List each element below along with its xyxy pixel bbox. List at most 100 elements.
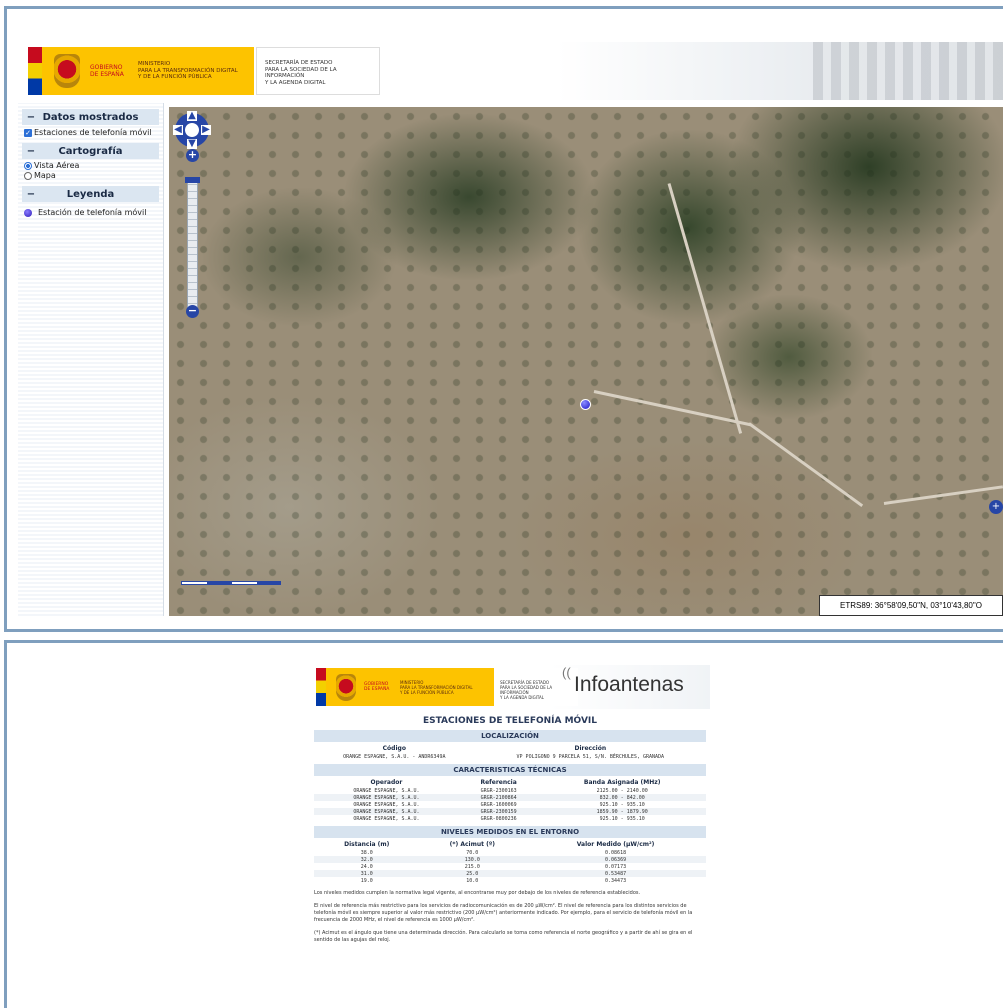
gov-line2: DE ESPAÑA <box>364 687 390 692</box>
cell: 2125.00 - 2140.00 <box>596 787 648 794</box>
cell: 0.34473 <box>605 877 627 884</box>
site-header: GOBIERNO DE ESPAÑA MINISTERIO PARA LA TR… <box>12 42 1003 100</box>
pan-right-icon[interactable]: ▶ <box>201 125 211 135</box>
table-row: 32.0 130.0 0.06369 <box>314 856 706 863</box>
ministry-line3: Y DE LA FUNCIÓN PÚBLICA <box>400 689 454 695</box>
government-logo[interactable]: GOBIERNO DE ESPAÑA MINISTERIO PARA LA TR… <box>28 47 254 95</box>
station-dot-icon <box>24 208 32 217</box>
coordinates-readout: ETRS89: 36°58'09,50"N, 03°10'43,80"O <box>819 595 1003 616</box>
info-header: GOBIERNO DE ESPAÑA MINISTERIO PARA LA TR… <box>310 665 710 709</box>
station-code: ORANGE ESPAGNE, S.A.U. - ANDR6349A <box>343 753 446 760</box>
cell: 38.0 <box>360 849 373 856</box>
cell: GRGR-2300159 <box>458 808 539 815</box>
cell: ORANGE ESPAGNE, S.A.U. <box>353 815 420 822</box>
carto-map-option[interactable]: Mapa <box>24 171 163 180</box>
col-distance: Distancia (m) <box>344 841 390 848</box>
station-address: VP POLIGONO 9 PARCELA 51, S/N. BÉRCHULES… <box>516 753 665 760</box>
collapse-icon[interactable]: − <box>22 112 40 123</box>
cell: 832.00 - 842.00 <box>538 794 706 801</box>
layer-stations-option[interactable]: ✓ Estaciones de telefonía móvil <box>24 128 163 137</box>
note-compliance: Los niveles medidos cumplen la normativa… <box>314 890 641 896</box>
levels-table: Distancia (m) (*) Acimut (º) Valor Medid… <box>314 840 706 884</box>
secretary-logo[interactable]: SECRETARÍA DE ESTADO PARA LA SOCIEDAD DE… <box>256 47 380 95</box>
col-code: Código <box>382 745 406 752</box>
cell: GRGR-1600069 <box>480 801 517 808</box>
pan-up-icon[interactable]: ▲ <box>187 111 197 121</box>
checkbox-checked-icon[interactable]: ✓ <box>24 128 32 137</box>
col-band: Banda Asignada (MHz) <box>583 779 661 786</box>
cell: 32.0 <box>314 856 420 863</box>
tech-table: Operador Referencia Banda Asignada (MHz)… <box>314 778 706 822</box>
cell: 31.0 <box>314 870 420 877</box>
pan-left-icon[interactable]: ◀ <box>173 125 183 135</box>
zoom-out-button[interactable]: − <box>186 305 199 318</box>
cell: 70.0 <box>466 849 479 856</box>
cell: 130.0 <box>419 856 526 863</box>
note-reference-levels: El nivel de referencia más restrictivo p… <box>314 903 693 923</box>
tech-heading: CARACTERISTICAS TÉCNICAS <box>314 764 706 776</box>
secretary-line2: PARA LA SOCIEDAD DE LA INFORMACIÓN <box>500 685 553 695</box>
section-title: Leyenda <box>66 188 115 200</box>
note-azimuth: (*) Acimut es el ángulo que tiene una de… <box>314 930 693 943</box>
cell: 925.10 - 935.10 <box>599 815 645 822</box>
carto-aerial-option[interactable]: Vista Aérea <box>24 161 163 170</box>
cell: GRGR-2100864 <box>458 794 539 801</box>
table-row: 19.0 10.0 0.34473 <box>314 877 706 884</box>
table-row: ORANGE ESPAGNE, S.A.U. GRGR-1600069 925.10… <box>314 801 706 808</box>
levels-heading: NIVELES MEDIDOS EN EL ENTORNO <box>314 826 706 838</box>
section-leyenda[interactable]: − Leyenda <box>22 186 159 202</box>
cell: 25.0 <box>419 870 526 877</box>
table-row: ORANGE ESPAGNE, S.A.U. GRGR-2100864 832.00… <box>314 794 706 801</box>
map-vegetation <box>169 107 1003 616</box>
cell: 10.0 <box>466 877 479 884</box>
table-row: 31.0 25.0 0.53487 <box>314 870 706 877</box>
cell: 0.07173 <box>605 863 627 870</box>
infoantenas-logo: (( Infoantenas <box>562 665 684 697</box>
col-operator: Operador <box>370 779 403 786</box>
aerial-map[interactable]: ▲ ▼ ◀ ▶ + − + ETRS89: 36°58'09,50"N, 03°… <box>169 107 1003 616</box>
cell: GRGR-2300163 <box>480 787 517 794</box>
expand-panel-icon[interactable]: + <box>989 500 1003 514</box>
cell: 0.08618 <box>605 849 627 856</box>
collapse-icon[interactable]: − <box>22 189 40 200</box>
cell: 0.53487 <box>525 870 706 877</box>
coat-of-arms-icon <box>54 54 80 88</box>
table-row: ORANGE ESPAGNE, S.A.U. GRGR-0800236 925.10… <box>314 815 706 822</box>
table-row: ORANGE ESPAGNE, S.A.U. GRGR-2300159 1859.9… <box>314 808 706 815</box>
government-logo: GOBIERNO DE ESPAÑA MINISTERIO PARA LA TR… <box>316 668 494 706</box>
col-azimuth: (*) Acimut (º) <box>449 841 495 848</box>
location-heading: LOCALIZACIÓN <box>314 730 706 742</box>
radio-unselected-icon[interactable] <box>24 171 32 180</box>
cell: 24.0 <box>360 863 373 870</box>
secretary-line3: Y LA AGENDA DIGITAL <box>500 695 544 700</box>
zoom-slider[interactable] <box>187 177 198 312</box>
section-cartografia[interactable]: − Cartografía <box>22 143 159 159</box>
station-info-panel: GOBIERNO DE ESPAÑA MINISTERIO PARA LA TR… <box>310 665 710 1008</box>
station-marker-icon[interactable] <box>580 399 591 410</box>
scale-bar <box>181 581 281 585</box>
zoom-slider-handle[interactable] <box>185 177 200 183</box>
cell: 925.10 - 935.10 <box>599 801 645 808</box>
zoom-in-button[interactable]: + <box>186 149 199 162</box>
eu-flag-icon <box>28 47 42 95</box>
legend-item: Estación de telefonía móvil <box>24 208 163 217</box>
radio-selected-icon[interactable] <box>24 161 32 170</box>
section-title: Cartografía <box>58 145 123 157</box>
cell: ORANGE ESPAGNE, S.A.U. <box>353 787 420 794</box>
sidebar-panel: − Datos mostrados ✓ Estaciones de telefo… <box>18 103 164 616</box>
table-row: 24.0 215.0 0.07173 <box>314 863 706 870</box>
info-title: ESTACIONES DE TELEFONÍA MÓVIL <box>422 716 598 726</box>
pan-control[interactable]: ▲ ▼ ◀ ▶ <box>173 111 211 149</box>
cell: 19.0 <box>360 877 373 884</box>
carto-aerial-label[interactable]: Vista Aérea <box>34 161 79 170</box>
legend-item-label: Estación de telefonía móvil <box>38 208 147 217</box>
layer-stations-label[interactable]: Estaciones de telefonía móvil <box>34 128 152 137</box>
brand-name: Infoantenas <box>574 673 684 696</box>
table-row: 38.0 70.0 0.08618 <box>314 849 706 856</box>
cell: ORANGE ESPAGNE, S.A.U. <box>353 801 420 808</box>
carto-map-label[interactable]: Mapa <box>34 171 56 180</box>
eu-flag-icon <box>316 668 326 706</box>
collapse-icon[interactable]: − <box>22 146 40 157</box>
section-datos-mostrados[interactable]: − Datos mostrados <box>22 109 159 125</box>
location-table: Código Dirección ORANGE ESPAGNE, S.A.U. … <box>314 744 706 760</box>
